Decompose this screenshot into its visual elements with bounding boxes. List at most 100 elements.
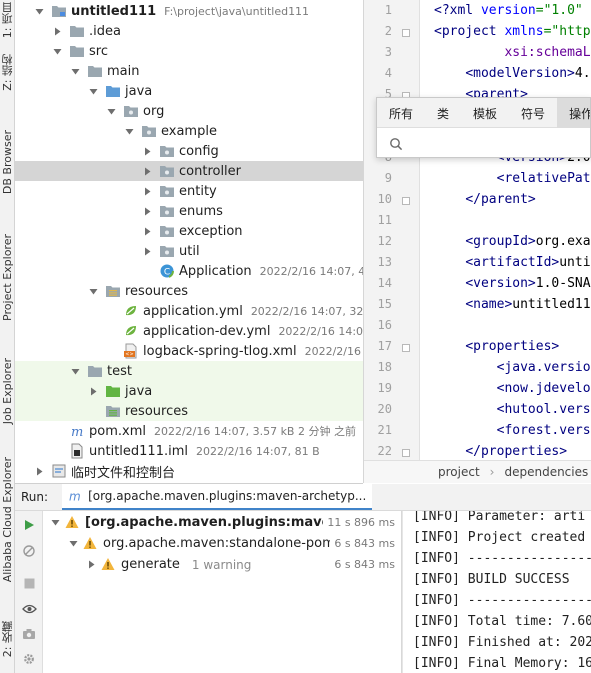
console-line: [INFO] Finished at: 202 <box>413 635 591 650</box>
run-tree-node[interactable]: org.apache.maven:standalone-pom:pom: 6 s … <box>43 533 401 554</box>
tool-tab-structure[interactable]: Z: 结构 <box>0 52 14 92</box>
tree-node-label: application.yml <box>143 303 243 319</box>
expand-arrow-down-icon[interactable] <box>67 534 79 554</box>
tree-node-label: java <box>125 383 153 399</box>
tree-node[interactable]: untitled111 F:\project\java\untitled111 <box>15 1 363 21</box>
tool-tab-structure-label: Z: 结构 <box>0 53 14 91</box>
tree-node[interactable]: util <box>15 241 363 261</box>
run-tree-node[interactable]: [org.apache.maven.plugins:maven-archet 11… <box>43 512 401 533</box>
tool-tab-alibaba-cloud-explorer[interactable]: Alibaba Cloud Explorer <box>0 456 14 584</box>
search-tab-all[interactable]: 所有 <box>377 98 425 128</box>
tree-node[interactable]: org <box>15 101 363 121</box>
tree-node[interactable]: application.yml 2022/2/16 14:07, 322 B <box>15 301 363 321</box>
expand-arrow-down-icon[interactable] <box>87 281 99 301</box>
code-line[interactable]: <relativePat <box>434 171 591 186</box>
tree-node[interactable]: controller <box>15 161 363 181</box>
code-line[interactable]: <groupId>org.exa <box>434 234 590 249</box>
rerun-button[interactable] <box>21 517 37 533</box>
breadcrumb-item-dependencies[interactable]: dependencies <box>504 465 588 479</box>
fold-marker-icon[interactable] <box>402 29 410 37</box>
tree-node[interactable]: application-dev.yml 2022/2/16 14:07, 1.32… <box>15 321 363 341</box>
tool-tab-project-explorer-label: Project Explorer <box>1 233 14 321</box>
run-tree-node[interactable]: generate 1 warning 6 s 843 ms <box>43 554 401 575</box>
line-number: 13 <box>377 255 392 269</box>
tool-tab-db-browser[interactable]: DB Browser <box>0 122 14 202</box>
run-console-output[interactable]: [INFO] Parameter: arti [INFO] Project cre… <box>402 511 591 673</box>
code-line[interactable]: <artifactId>unti <box>434 255 590 270</box>
tool-tab-project[interactable]: 1: 项目 <box>0 0 14 40</box>
search-input[interactable] <box>377 129 590 157</box>
code-line[interactable]: <forest.vers <box>434 423 591 438</box>
tree-node[interactable]: 临时文件和控制台 <box>15 461 363 481</box>
search-tab-classes[interactable]: 类 <box>425 98 461 128</box>
code-line[interactable]: <?xml version="1.0" <box>434 3 591 18</box>
code-line[interactable]: xsi:schemaL <box>434 45 590 60</box>
tree-node[interactable]: m pom.xml 2022/2/16 14:07, 3.57 kB 2 分钟 之前 <box>15 421 363 441</box>
settings-button[interactable] <box>21 651 37 667</box>
code-line[interactable]: <project xmlns="http <box>434 24 591 39</box>
search-tab-symbols[interactable]: 符号 <box>509 98 557 128</box>
tree-node[interactable]: <> logback-spring-tlog.xml 2022/2/16 14:07… <box>15 341 363 361</box>
tree-node[interactable]: java <box>15 381 363 401</box>
expand-arrow-down-icon[interactable] <box>49 513 61 533</box>
tree-node[interactable]: config <box>15 141 363 161</box>
tree-node[interactable]: src <box>15 41 363 61</box>
tree-node[interactable]: resources <box>15 281 363 301</box>
tool-tab-project-explorer[interactable]: Project Explorer <box>0 222 14 332</box>
expand-arrow-right-icon[interactable] <box>141 221 153 241</box>
tree-node[interactable]: java <box>15 81 363 101</box>
code-line[interactable]: </parent> <box>434 192 535 207</box>
fold-marker-icon[interactable] <box>402 449 410 457</box>
code-line[interactable]: </properties> <box>434 444 567 459</box>
expand-arrow-right-icon[interactable] <box>33 461 45 481</box>
expand-arrow-right-icon[interactable] <box>141 181 153 201</box>
stop-button[interactable] <box>21 575 37 591</box>
code-line[interactable]: <name>untitled11 <box>434 297 590 312</box>
expand-arrow-right-icon[interactable] <box>141 141 153 161</box>
search-tab-templates[interactable]: 模板 <box>461 98 509 128</box>
tree-node-label: resources <box>125 403 189 419</box>
xml-file-icon: <> <box>123 343 139 359</box>
expand-arrow-down-icon[interactable] <box>51 41 63 61</box>
code-line[interactable]: <modelVersion>4. <box>434 66 590 81</box>
expand-arrow-down-icon[interactable] <box>69 61 81 81</box>
tree-node-meta: 2022/2/16 14:07, 322 B <box>250 304 363 318</box>
expand-arrow-down-icon[interactable] <box>87 81 99 101</box>
run-tab-maven[interactable]: m [org.apache.maven.plugins:maven-archet… <box>62 484 373 510</box>
expand-arrow-right-icon[interactable] <box>141 161 153 181</box>
show-options-button[interactable] <box>21 601 37 617</box>
expand-arrow-right-icon[interactable] <box>51 21 63 41</box>
tree-node[interactable]: test <box>15 361 363 381</box>
tree-node[interactable]: exception <box>15 221 363 241</box>
tree-node[interactable]: resources <box>15 401 363 421</box>
tree-node[interactable]: main <box>15 61 363 81</box>
code-line[interactable]: <properties> <box>434 339 559 354</box>
tree-node[interactable]: enums <box>15 201 363 221</box>
toggle-offline-button[interactable] <box>21 543 37 559</box>
fold-marker-icon[interactable] <box>402 197 410 205</box>
tree-node[interactable]: CApplication 2022/2/16 14:07, 456 B <box>15 261 363 281</box>
code-editor[interactable]: 12345678910111213141516171819202122 <?xm… <box>363 0 591 483</box>
tool-tab-favorites[interactable]: 2: 收藏 <box>0 606 14 673</box>
expand-arrow-right-icon[interactable] <box>141 241 153 261</box>
expand-arrow-right-icon[interactable] <box>141 201 153 221</box>
expand-arrow-down-icon[interactable] <box>69 361 81 381</box>
tree-node[interactable]: untitled111.iml 2022/2/16 14:07, 81 B <box>15 441 363 461</box>
breadcrumb-item-project[interactable]: project <box>438 465 480 479</box>
expand-arrow-down-icon[interactable] <box>105 101 117 121</box>
fold-marker-icon[interactable] <box>402 344 410 352</box>
tool-tab-job-explorer[interactable]: Job Explorer <box>0 346 14 436</box>
tree-node[interactable]: entity <box>15 181 363 201</box>
expand-arrow-down-icon[interactable] <box>33 1 45 21</box>
tree-node[interactable]: .idea <box>15 21 363 41</box>
code-line[interactable]: <version>1.0-SNA <box>434 276 590 291</box>
expand-arrow-right-icon[interactable] <box>87 381 99 401</box>
code-line[interactable]: <java.versio <box>434 360 591 375</box>
search-tab-actions[interactable]: 操作 <box>557 98 590 128</box>
tree-node[interactable]: example <box>15 121 363 141</box>
code-line[interactable]: <hutool.vers <box>434 402 591 417</box>
screenshot-button[interactable] <box>21 626 37 642</box>
code-line[interactable]: <now.jdevelo <box>434 381 591 396</box>
expand-arrow-right-icon[interactable] <box>85 555 97 575</box>
expand-arrow-down-icon[interactable] <box>123 121 135 141</box>
